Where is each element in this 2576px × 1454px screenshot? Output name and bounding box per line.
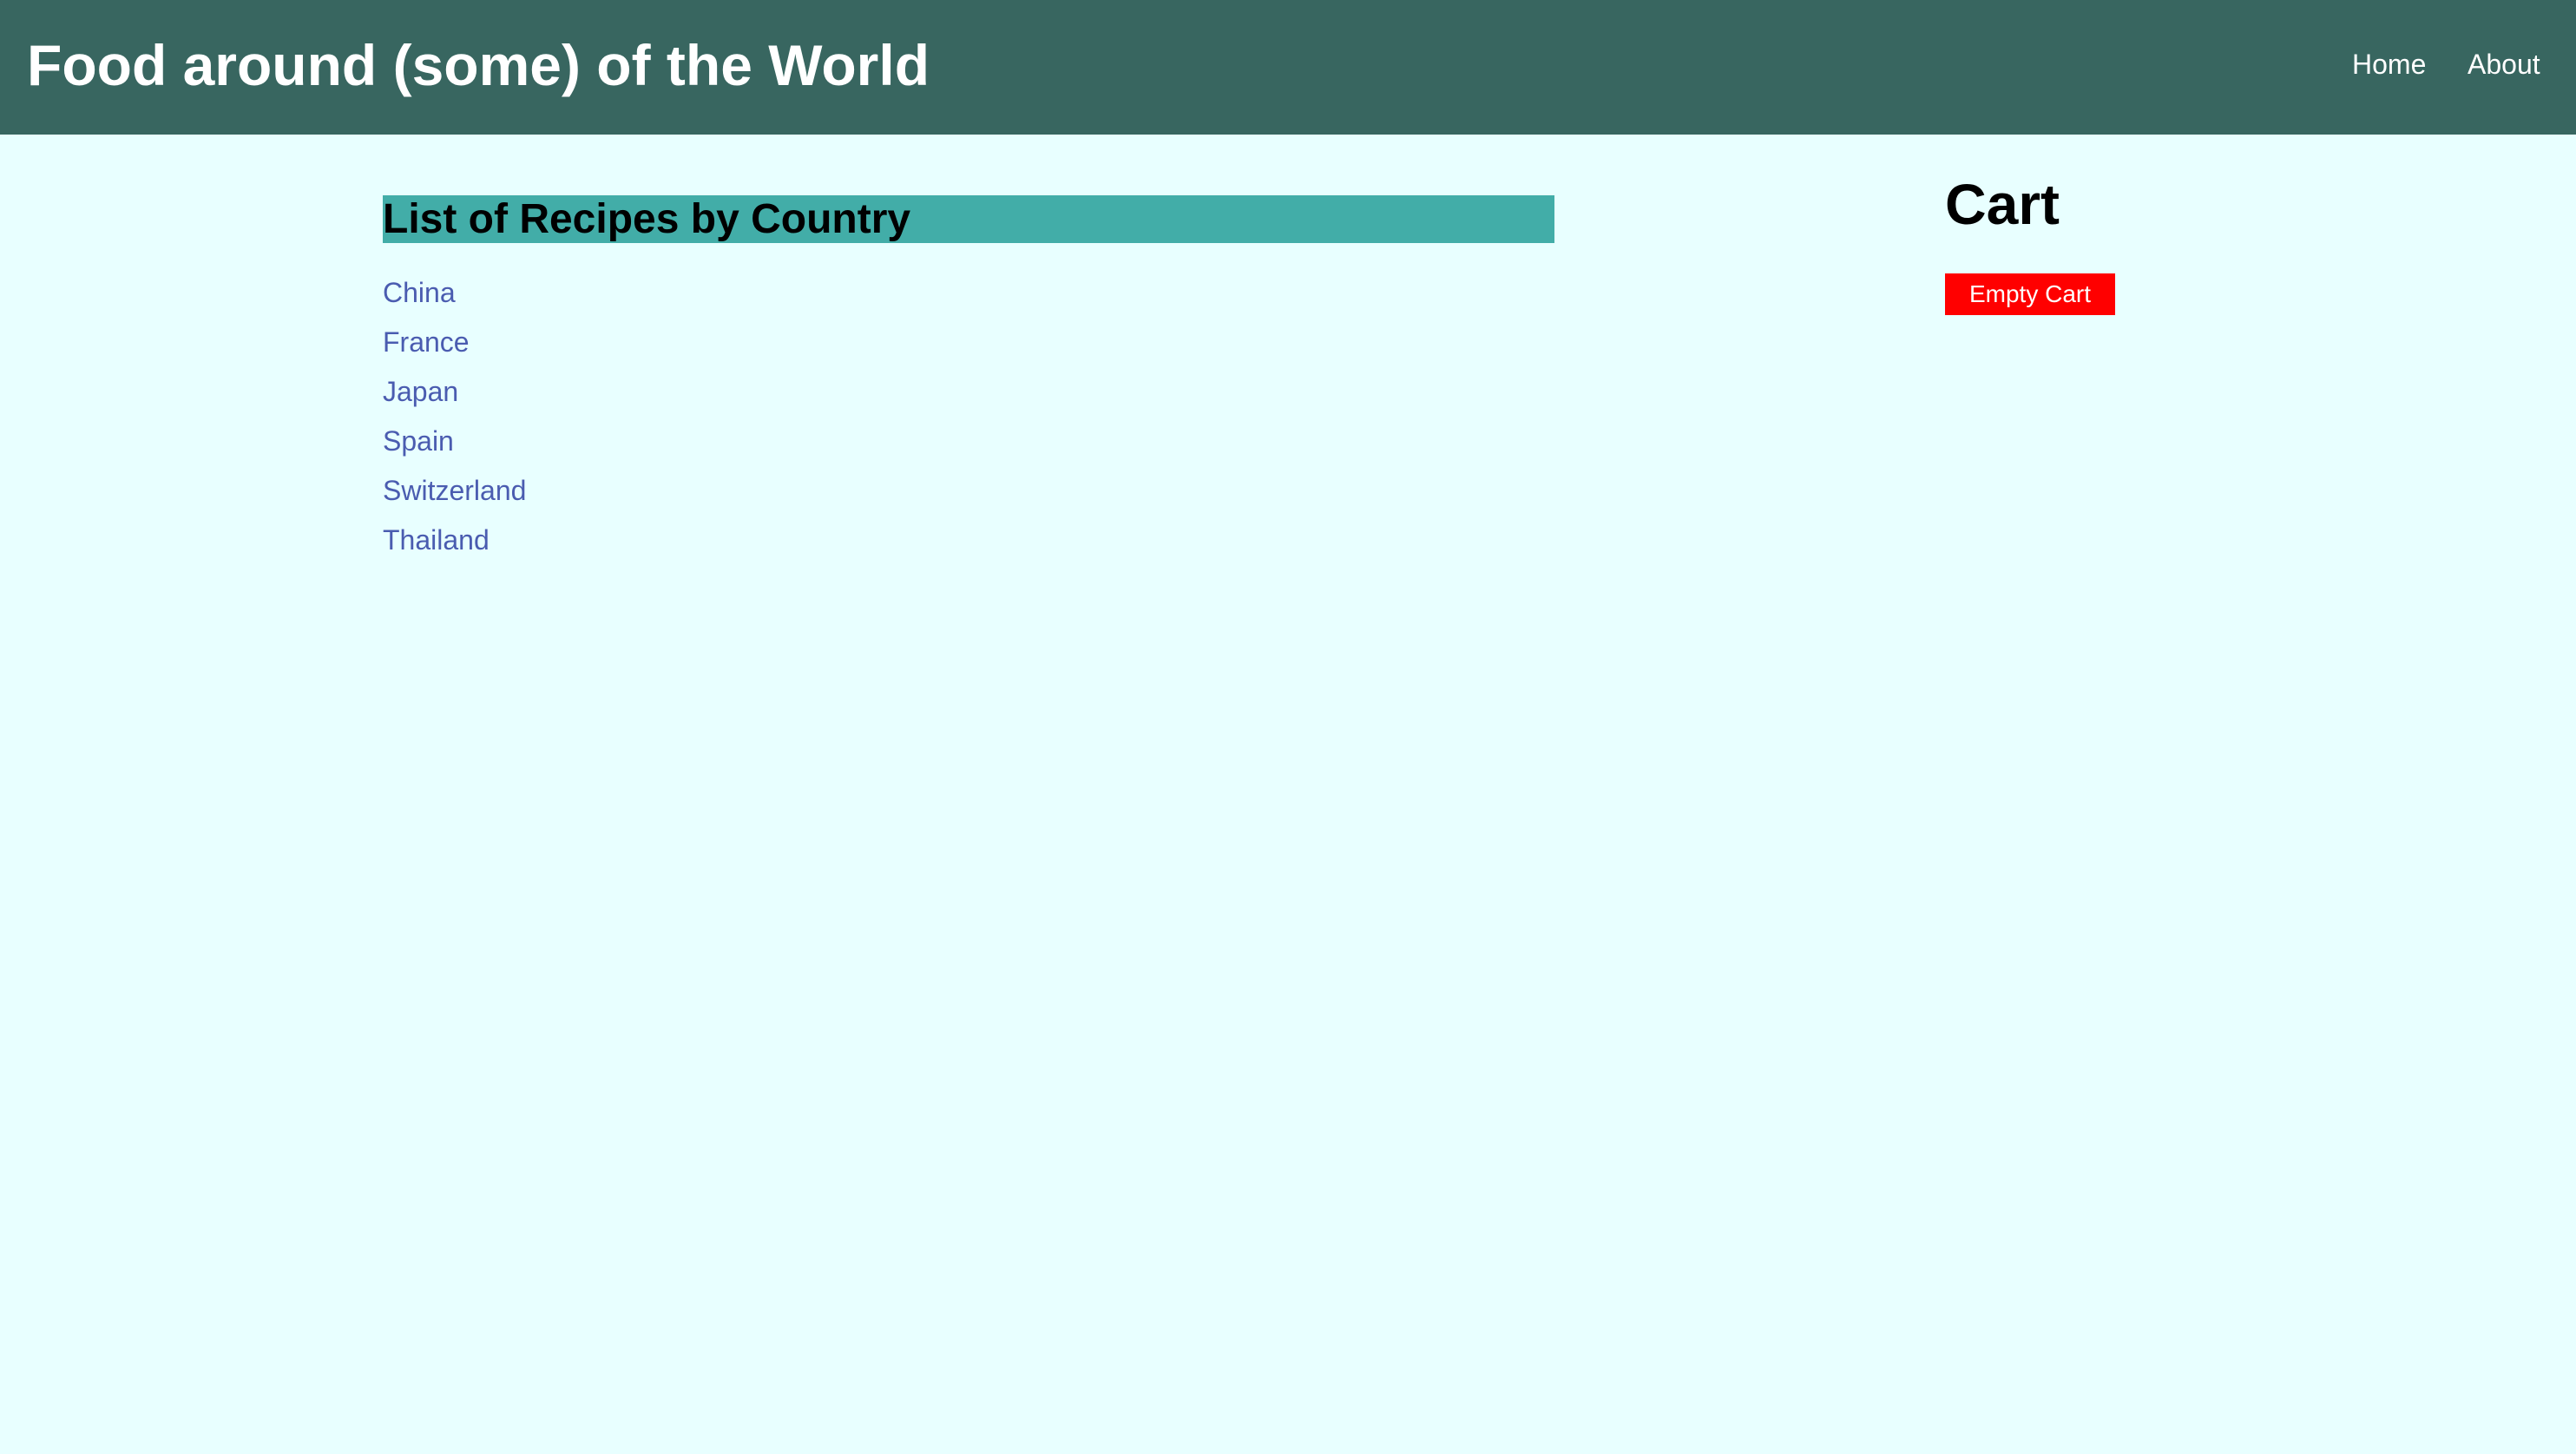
country-link-spain[interactable]: Spain <box>383 425 454 457</box>
list-item: France <box>383 322 526 372</box>
site-title: Food around (some) of the World <box>27 33 930 97</box>
cart-title: Cart <box>1945 172 2060 236</box>
country-link-thailand[interactable]: Thailand <box>383 524 490 556</box>
nav-about-link[interactable]: About <box>2468 43 2540 85</box>
list-item: Japan <box>383 372 526 421</box>
country-link-france[interactable]: France <box>383 326 470 358</box>
list-item: Switzerland <box>383 470 526 520</box>
country-link-japan[interactable]: Japan <box>383 376 458 407</box>
list-item: China <box>383 273 526 322</box>
recipes-heading: List of Recipes by Country <box>383 195 1554 243</box>
country-list: China France Japan Spain Switzerland Tha… <box>383 273 526 569</box>
nav-home-link[interactable]: Home <box>2352 43 2426 85</box>
list-item: Thailand <box>383 520 526 569</box>
list-item: Spain <box>383 421 526 470</box>
country-link-switzerland[interactable]: Switzerland <box>383 475 526 506</box>
empty-cart-button[interactable]: Empty Cart <box>1945 273 2115 315</box>
site-header: Food around (some) of the World Home Abo… <box>0 0 2576 135</box>
country-link-china[interactable]: China <box>383 277 456 308</box>
